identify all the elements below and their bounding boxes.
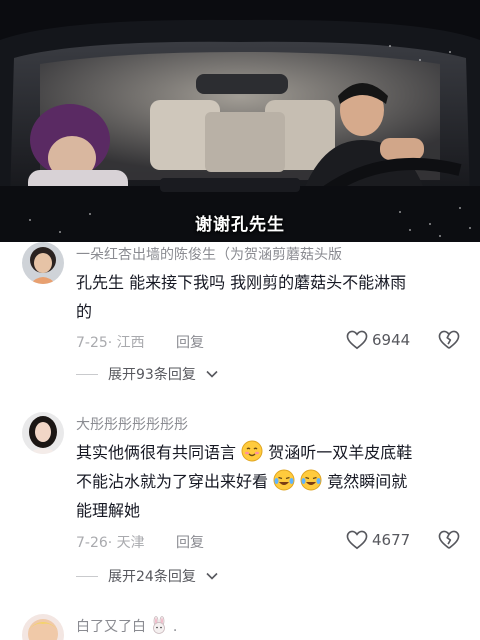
comment-text-line: 的 xyxy=(76,302,93,321)
expand-replies-button[interactable]: 展开93条回复 xyxy=(76,364,218,384)
comment-item: 白了又了白 . xyxy=(0,612,480,640)
like-count: 6944 xyxy=(372,331,411,349)
expand-replies-label: 展开24条回复 xyxy=(108,569,196,585)
comment-username[interactable]: 一朵红杏出墙的陈俊生（为贺涵剪蘑菇头版 xyxy=(76,244,476,264)
like-count: 4677 xyxy=(372,531,411,549)
heart-outline-icon xyxy=(346,530,368,550)
reply-button[interactable]: 回复 xyxy=(176,532,204,552)
username-suffix: . xyxy=(172,619,178,635)
video-frame[interactable]: 谢谢孔先生 xyxy=(0,0,480,242)
chevron-down-icon xyxy=(206,370,218,378)
comment-username[interactable]: 白了又了白 . xyxy=(76,616,476,636)
comment-text-line: 不能沾水就为了穿出来好看 竟然瞬间就 xyxy=(76,467,464,496)
comment-text-segment: 贺涵听一双羊皮底鞋 xyxy=(268,443,413,462)
comment-text-segment: 竟然瞬间就 xyxy=(327,472,408,491)
divider-line xyxy=(76,373,98,375)
expand-replies-label: 展开93条回复 xyxy=(108,367,196,383)
avatar[interactable] xyxy=(22,242,64,284)
rabbit-face-emoji xyxy=(150,616,168,634)
comment-date-location: 7-26· 天津 xyxy=(76,535,145,551)
comment-item: 一朵红杏出墙的陈俊生（为贺涵剪蘑菇头版 孔先生 能来接下我吗 我刚剪的蘑菇头不能… xyxy=(0,242,480,392)
expand-replies-button[interactable]: 展开24条回复 xyxy=(76,566,218,586)
avatar[interactable] xyxy=(22,412,64,454)
like-button[interactable]: 4677 xyxy=(346,530,410,550)
dislike-button[interactable] xyxy=(438,530,460,554)
comment-text-segment: 其实他俩很有共同语言 xyxy=(76,443,237,462)
username-text: 白了又了白 xyxy=(76,619,146,635)
comment-text: 孔先生 能来接下我吗 我刚剪的蘑菇头不能淋雨 的 xyxy=(76,268,464,326)
heart-outline-icon xyxy=(346,330,368,350)
broken-heart-icon xyxy=(438,530,460,549)
comment-item: 大彤彤彤彤彤彤彤 其实他俩很有共同语言 贺涵听一双羊皮底鞋 不能沾水就为了穿出来… xyxy=(0,412,480,592)
blushing-smile-emoji xyxy=(241,440,263,462)
comment-text: 其实他俩很有共同语言 贺涵听一双羊皮底鞋 不能沾水就为了穿出来好看 竟然瞬间就 … xyxy=(76,438,464,525)
comment-date-location: 7-25· 江西 xyxy=(76,335,145,351)
comment-text-line: 孔先生 能来接下我吗 我刚剪的蘑菇头不能淋雨 xyxy=(76,273,407,292)
reply-button[interactable]: 回复 xyxy=(176,332,204,352)
tears-of-joy-emoji xyxy=(300,469,322,491)
comment-text-line: 其实他俩很有共同语言 贺涵听一双羊皮底鞋 xyxy=(76,438,464,467)
comment-text-line: 能理解她 xyxy=(76,501,141,520)
like-button[interactable]: 6944 xyxy=(346,330,410,350)
chevron-down-icon xyxy=(206,572,218,580)
comment-username[interactable]: 大彤彤彤彤彤彤彤 xyxy=(76,414,476,434)
video-scene xyxy=(0,0,480,242)
broken-heart-icon xyxy=(438,330,460,349)
tears-of-joy-emoji xyxy=(273,469,295,491)
dislike-button[interactable] xyxy=(438,330,460,354)
avatar[interactable] xyxy=(22,614,64,640)
divider-line xyxy=(76,575,98,577)
video-subtitle: 谢谢孔先生 xyxy=(195,215,285,235)
comment-text-segment: 不能沾水就为了穿出来好看 xyxy=(76,472,269,491)
